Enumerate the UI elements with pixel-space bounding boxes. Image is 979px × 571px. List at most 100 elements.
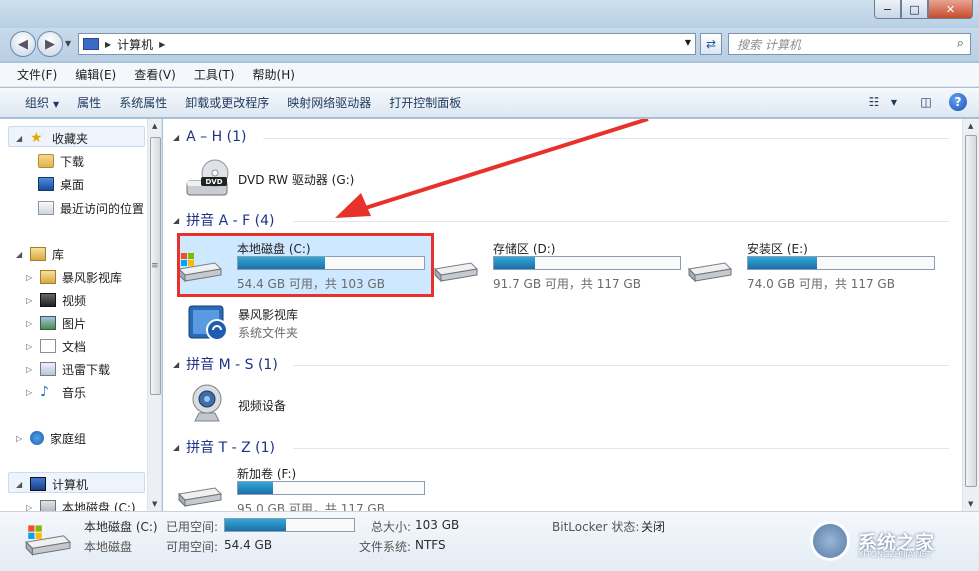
details-free-label: 可用空间:	[166, 540, 219, 554]
address-bar[interactable]: ▶ 计算机 ▶ ▼	[78, 33, 696, 55]
nav-homegroup[interactable]: ▷ 家庭组	[16, 428, 86, 448]
scroll-down-icon[interactable]: ▼	[152, 500, 157, 508]
address-dropdown-icon[interactable]: ▼	[685, 38, 691, 47]
documents-icon	[40, 339, 56, 353]
expand-arrow-icon[interactable]: ▷	[26, 503, 34, 512]
collapse-arrow-icon[interactable]: ◢	[16, 134, 24, 143]
navigation-scrollbar[interactable]: ▲ ≡ ▼	[147, 119, 161, 511]
group-header-pinyin-m-s[interactable]: ◢ 拼音 M - S (1)	[173, 354, 278, 374]
scroll-up-icon[interactable]: ▲	[968, 122, 973, 130]
collapse-arrow-icon[interactable]: ◢	[173, 360, 179, 369]
change-view-icon[interactable]: ☷	[865, 93, 883, 111]
group-header-pinyin-t-z[interactable]: ◢ 拼音 T - Z (1)	[173, 437, 275, 457]
map-network-drive-button[interactable]: 映射网络驱动器	[278, 94, 380, 111]
details-total-value: 103 GB	[415, 518, 460, 532]
forward-arrow-icon: ▶	[45, 36, 55, 52]
organize-button[interactable]: 组织 ▼	[16, 94, 68, 111]
search-box[interactable]: 搜索 计算机 ⌕	[728, 33, 971, 55]
nav-documents-label: 文档	[62, 339, 87, 354]
scrollbar-grip-icon: ≡	[151, 261, 159, 271]
uninstall-program-button[interactable]: 卸载或更改程序	[176, 94, 278, 111]
computer-icon	[30, 477, 46, 491]
minimize-button[interactable]: −	[874, 0, 901, 19]
nav-xunlei-label: 迅雷下载	[62, 362, 111, 377]
command-bar: 组织 ▼ 属性 系统属性 卸载或更改程序 映射网络驱动器 打开控制面板 ☷ ▼ ◫…	[0, 88, 979, 118]
drive-e-usage-fill	[748, 257, 817, 269]
scroll-down-icon[interactable]: ▼	[968, 500, 973, 508]
details-filesystem-label: 文件系统:	[359, 540, 412, 554]
back-button[interactable]: ◀	[10, 31, 36, 57]
expand-arrow-icon[interactable]: ▷	[26, 319, 34, 328]
drive-d[interactable]: 存储区 (D:) 91.7 GB 可用，共 117 GB	[431, 237, 687, 295]
group-header-a-h[interactable]: ◢ A – H (1)	[173, 127, 246, 147]
group-header-pinyin-a-f[interactable]: ◢ 拼音 A - F (4)	[173, 210, 274, 230]
nav-pictures[interactable]: ▷ 图片	[26, 313, 86, 333]
nav-baofeng-label: 暴风影视库	[62, 270, 123, 285]
view-dropdown-icon[interactable]: ▼	[885, 93, 903, 111]
breadcrumb-separator-icon[interactable]: ▶	[105, 40, 111, 49]
nav-recent[interactable]: 最近访问的位置	[38, 198, 144, 218]
nav-local-disk[interactable]: ▷ 本地磁盘 (C:)	[26, 497, 136, 511]
menu-edit[interactable]: 编辑(E)	[66, 66, 125, 83]
hard-drive-icon	[687, 262, 733, 283]
nav-documents[interactable]: ▷ 文档	[26, 336, 86, 356]
drive-e-label: 安装区 (E:)	[747, 242, 808, 256]
maximize-button[interactable]: □	[901, 0, 928, 19]
baofeng-library-item[interactable]: 暴风影视库 系统文件夹	[185, 302, 385, 342]
nav-downloads[interactable]: 下载	[38, 151, 84, 171]
collapse-arrow-icon[interactable]: ◢	[173, 133, 179, 142]
forward-button[interactable]: ▶	[37, 31, 63, 57]
breadcrumb-computer[interactable]: 计算机	[117, 36, 153, 53]
menu-help[interactable]: 帮助(H)	[244, 66, 304, 83]
recent-places-icon	[38, 201, 54, 215]
collapse-arrow-icon[interactable]: ◢	[173, 216, 179, 225]
menu-tools[interactable]: 工具(T)	[185, 66, 244, 83]
nav-libraries[interactable]: ◢ 库	[16, 244, 64, 264]
video-device-item[interactable]: 视频设备	[185, 383, 385, 423]
drive-d-usage-bar	[493, 256, 681, 270]
properties-button[interactable]: 属性	[68, 94, 110, 111]
expand-arrow-icon[interactable]: ▷	[26, 342, 34, 351]
desktop-icon	[38, 177, 54, 191]
nav-computer[interactable]: ◢ 计算机	[16, 474, 88, 494]
nav-desktop[interactable]: 桌面	[38, 174, 84, 194]
library-icon	[30, 247, 46, 261]
group-a-h-label: A – H (1)	[186, 129, 247, 145]
expand-arrow-icon[interactable]: ▷	[26, 365, 34, 374]
scrollbar-thumb[interactable]	[965, 135, 977, 487]
menu-view[interactable]: 查看(V)	[125, 66, 185, 83]
history-dropdown-icon[interactable]: ▼	[65, 39, 71, 48]
refresh-button[interactable]: ⇄	[700, 33, 722, 55]
computer-icon	[83, 38, 99, 50]
collapse-arrow-icon[interactable]: ◢	[16, 250, 24, 259]
scroll-up-icon[interactable]: ▲	[152, 122, 157, 130]
preview-pane-icon[interactable]: ◫	[917, 93, 935, 111]
nav-desktop-label: 桌面	[60, 177, 85, 192]
drive-e[interactable]: 安装区 (E:) 74.0 GB 可用，共 117 GB	[685, 237, 941, 295]
open-control-panel-button[interactable]: 打开控制面板	[380, 94, 470, 111]
nav-music[interactable]: ▷ ♪ 音乐	[26, 382, 86, 402]
expand-arrow-icon[interactable]: ▷	[26, 388, 34, 397]
videos-icon	[40, 293, 56, 307]
breadcrumb-separator-icon[interactable]: ▶	[159, 40, 165, 49]
close-button[interactable]: ✕	[928, 0, 973, 19]
drive-f-usage-fill	[238, 482, 274, 494]
nav-favorites[interactable]: ◢ ★ 收藏夹	[16, 128, 88, 148]
expand-arrow-icon[interactable]: ▷	[16, 434, 24, 443]
expand-arrow-icon[interactable]: ▷	[26, 296, 34, 305]
search-icon[interactable]: ⌕	[957, 36, 964, 51]
expand-arrow-icon[interactable]: ▷	[26, 273, 34, 282]
nav-favorites-label: 收藏夹	[52, 131, 89, 146]
details-used-label: 已用空间:	[166, 520, 219, 534]
nav-xunlei[interactable]: ▷ 迅雷下载	[26, 359, 110, 379]
system-properties-button[interactable]: 系统属性	[110, 94, 176, 111]
nav-videos[interactable]: ▷ 视频	[26, 290, 86, 310]
drive-f[interactable]: 新加卷 (F:) 95.0 GB 可用，共 117 GB	[175, 462, 431, 511]
collapse-arrow-icon[interactable]: ◢	[173, 443, 179, 452]
content-scrollbar[interactable]: ▲ ▼	[962, 119, 979, 511]
help-icon[interactable]: ?	[949, 93, 967, 111]
nav-baofeng[interactable]: ▷ 暴风影视库	[26, 267, 122, 287]
webcam-icon	[192, 384, 222, 422]
menu-file[interactable]: 文件(F)	[8, 66, 66, 83]
collapse-arrow-icon[interactable]: ◢	[16, 480, 24, 489]
